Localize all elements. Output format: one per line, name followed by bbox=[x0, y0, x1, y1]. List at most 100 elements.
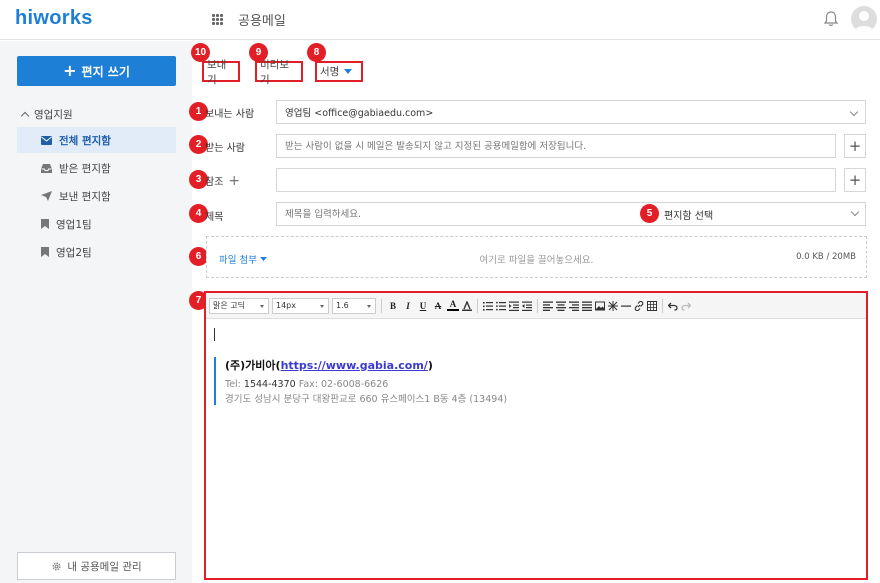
add-cc-button[interactable]: + bbox=[844, 168, 866, 192]
unordered-list-icon[interactable] bbox=[496, 301, 506, 311]
send-button[interactable]: 보내기 bbox=[202, 59, 240, 86]
align-left-icon[interactable] bbox=[543, 301, 553, 311]
chevron-down-icon bbox=[850, 207, 860, 217]
undo-icon[interactable] bbox=[668, 301, 678, 311]
plus-icon: + bbox=[848, 171, 862, 189]
sender-value: 영업팀 <office@gabiaedu.com> bbox=[285, 108, 434, 119]
text-cursor bbox=[214, 328, 215, 341]
mail-editor[interactable]: 맑은 고딕 14px 1.6 B I U A A (주)가비아(https:/… bbox=[204, 291, 868, 580]
sidebar-group-label: 영업지원 bbox=[34, 109, 73, 121]
link-icon[interactable] bbox=[634, 300, 644, 311]
caret-down-icon bbox=[344, 68, 353, 74]
signature-company: (주)가비아( https://www.gabia.com/ ) bbox=[225, 357, 507, 373]
sidebar-group-toggle[interactable]: 영업지원 bbox=[20, 107, 73, 122]
editor-toolbar: 맑은 고딕 14px 1.6 B I U A A bbox=[206, 293, 866, 319]
attach-file-button[interactable]: 파일 첨부 bbox=[219, 252, 267, 266]
hiworks-logo[interactable]: hiworks bbox=[15, 7, 93, 30]
sidebar: + 편지 쓰기 영업지원 전체 편지함 받은 편지함 보낸 편지함 영업1팀 영… bbox=[0, 41, 192, 583]
sidebar-item-label: 영업2팀 bbox=[56, 246, 92, 259]
signature-tel-label: Tel: bbox=[225, 379, 241, 390]
toolbar-divider bbox=[662, 298, 663, 313]
image-icon[interactable] bbox=[595, 301, 605, 311]
align-center-icon[interactable] bbox=[556, 301, 566, 311]
signature-company-close: ) bbox=[427, 358, 433, 372]
signature-website-link[interactable]: https://www.gabia.com/ bbox=[281, 359, 428, 372]
line-height-select[interactable]: 1.6 bbox=[332, 297, 376, 314]
signature-company-name: (주)가비아( bbox=[225, 359, 281, 372]
toolbar-divider bbox=[537, 298, 538, 313]
font-size-select[interactable]: 14px bbox=[272, 297, 329, 314]
mail-icon bbox=[41, 135, 52, 145]
sidebar-item-all-mail[interactable]: 전체 편지함 bbox=[17, 127, 176, 153]
signature-label: 서명 bbox=[320, 66, 340, 78]
signature-fax-label: Fax: bbox=[298, 379, 318, 390]
email-signature: (주)가비아( https://www.gabia.com/ ) Tel: 15… bbox=[214, 357, 507, 405]
sidebar-item-label: 영업1팀 bbox=[56, 218, 92, 231]
toolbar-divider bbox=[477, 298, 478, 313]
chevron-up-icon bbox=[20, 111, 30, 121]
special-char-icon[interactable] bbox=[608, 300, 618, 311]
sender-select[interactable]: 영업팀 <office@gabiaedu.com> bbox=[276, 100, 866, 124]
underline-icon[interactable]: U bbox=[417, 301, 429, 311]
badge-9: 9 bbox=[249, 43, 268, 62]
folder-select-value: 편지함 선택 bbox=[664, 210, 714, 222]
ordered-list-icon[interactable] bbox=[483, 301, 493, 311]
user-avatar[interactable] bbox=[851, 6, 877, 32]
highlight-icon[interactable] bbox=[462, 300, 472, 311]
horizontal-rule-icon[interactable] bbox=[621, 301, 631, 311]
line-height-value: 1.6 bbox=[336, 301, 349, 310]
gear-icon bbox=[52, 562, 61, 570]
bold-icon[interactable]: B bbox=[387, 301, 399, 311]
plus-icon: + bbox=[848, 137, 862, 155]
indent-icon[interactable] bbox=[522, 301, 532, 311]
badge-10: 10 bbox=[191, 43, 210, 62]
inbox-icon bbox=[41, 163, 52, 173]
cc-label: 참조 bbox=[205, 177, 224, 188]
manage-shared-mail-button[interactable]: 내 공용메일 관리 bbox=[17, 552, 176, 580]
signature-fax: 02-6008-6626 bbox=[321, 379, 389, 390]
subject-label: 제목 bbox=[205, 212, 224, 223]
bookmark-icon bbox=[41, 219, 49, 229]
folder-select[interactable]: 편지함 선택 bbox=[664, 203, 864, 225]
font-family-value: 맑은 고딕 bbox=[213, 301, 245, 310]
strikethrough-icon[interactable]: A bbox=[432, 301, 444, 311]
align-justify-icon[interactable] bbox=[582, 301, 592, 311]
preview-button[interactable]: 미리보기 bbox=[255, 59, 303, 86]
font-size-value: 14px bbox=[276, 301, 296, 310]
plus-icon: + bbox=[63, 61, 77, 80]
manage-shared-mail-label: 내 공용메일 관리 bbox=[67, 560, 142, 573]
sidebar-item-label: 보낸 편지함 bbox=[59, 190, 111, 203]
top-bar: hiworks 공용메일 bbox=[0, 0, 880, 40]
font-family-select[interactable]: 맑은 고딕 bbox=[209, 297, 269, 314]
cc-input[interactable] bbox=[276, 168, 836, 192]
signature-tel: 1544-4370 bbox=[243, 379, 296, 390]
sidebar-item-sales-team-2[interactable]: 영업2팀 bbox=[17, 239, 176, 265]
sidebar-item-inbox[interactable]: 받은 편지함 bbox=[17, 155, 176, 181]
app-grid-icon[interactable] bbox=[212, 14, 223, 25]
sidebar-item-sent[interactable]: 보낸 편지함 bbox=[17, 183, 176, 209]
bookmark-icon bbox=[41, 247, 49, 257]
signature-contact: Tel: 1544-4370 Fax: 02-6008-6626 bbox=[225, 379, 507, 390]
bell-icon[interactable] bbox=[821, 9, 841, 29]
file-drop-zone[interactable]: 여기로 파일을 끌어놓으세요. 파일 첨부 0.0 KB / 20MB bbox=[206, 236, 867, 278]
italic-icon[interactable]: I bbox=[402, 301, 414, 311]
send-icon bbox=[41, 191, 52, 201]
badge-8: 8 bbox=[307, 43, 326, 62]
sidebar-item-sales-team-1[interactable]: 영업1팀 bbox=[17, 211, 176, 237]
align-right-icon[interactable] bbox=[569, 301, 579, 311]
table-icon[interactable] bbox=[647, 300, 657, 311]
toolbar-divider bbox=[381, 298, 382, 313]
sidebar-item-label: 전체 편지함 bbox=[59, 134, 111, 147]
write-mail-button[interactable]: + 편지 쓰기 bbox=[17, 56, 176, 86]
caret-down-icon bbox=[260, 256, 267, 261]
drop-hint: 여기로 파일을 끌어놓으세요. bbox=[479, 255, 594, 266]
outdent-icon[interactable] bbox=[509, 301, 519, 311]
attachment-size: 0.0 KB / 20MB bbox=[796, 252, 856, 262]
sender-label: 보내는 사람 bbox=[205, 109, 255, 120]
redo-icon[interactable] bbox=[681, 301, 691, 311]
signature-dropdown[interactable]: 서명 bbox=[315, 61, 363, 82]
cc-expand-plus-icon[interactable]: + bbox=[228, 174, 240, 188]
font-color-icon[interactable]: A bbox=[447, 300, 459, 311]
to-input[interactable] bbox=[276, 134, 836, 158]
add-recipient-button[interactable]: + bbox=[844, 134, 866, 158]
